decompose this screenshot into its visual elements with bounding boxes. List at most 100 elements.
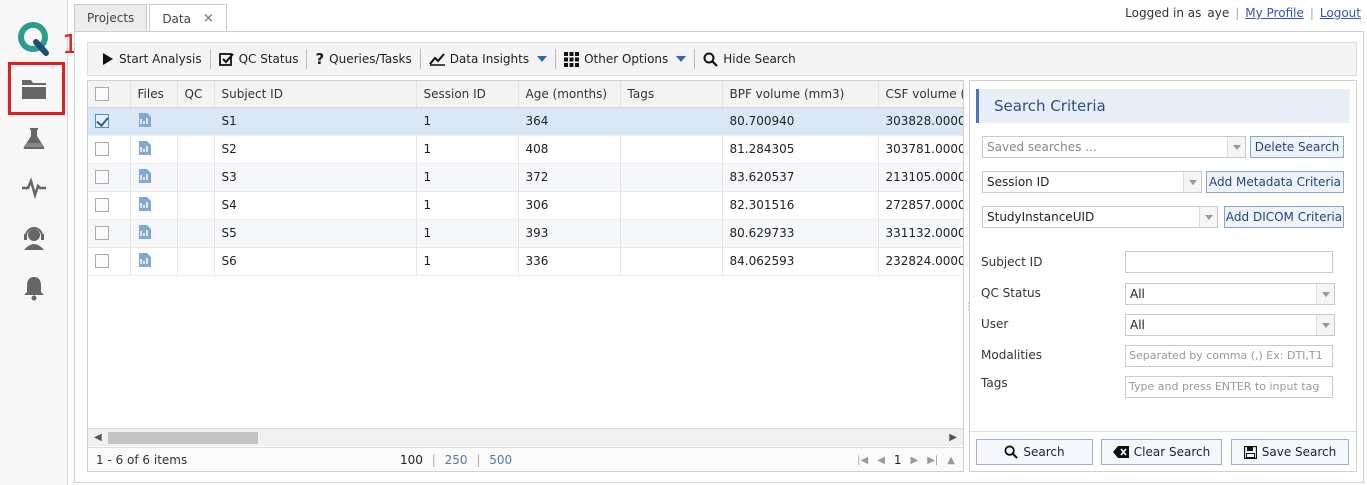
chevron-down-icon[interactable] xyxy=(1227,137,1245,157)
queries-tasks-button[interactable]: ? Queries/Tasks xyxy=(309,47,417,71)
select-all-checkbox[interactable] xyxy=(95,87,109,101)
row-checkbox[interactable] xyxy=(95,142,109,157)
file-icon[interactable] xyxy=(138,168,152,187)
table-header-row: Files QC Subject ID Session ID Age (mont… xyxy=(88,81,963,108)
table-row[interactable]: S61336 84.062593232824.00000 xyxy=(88,247,963,276)
file-icon[interactable] xyxy=(138,196,152,215)
column-header[interactable]: CSF volume (m xyxy=(878,81,963,108)
flask-icon[interactable] xyxy=(12,118,56,158)
pulse-icon[interactable] xyxy=(12,168,56,208)
bpf-volume-cell: 80.629733 xyxy=(722,219,879,248)
column-header[interactable]: Age (months) xyxy=(518,81,621,108)
csf-volume-cell: 232824.00000 xyxy=(878,247,963,276)
table-cell xyxy=(130,219,178,248)
table-row[interactable]: S31372 83.620537213105.00000 xyxy=(88,163,963,192)
logout-link[interactable]: Logout xyxy=(1320,6,1361,20)
hide-search-label: Hide Search xyxy=(723,52,796,66)
table-row[interactable]: S21408 81.284305303781.00000 xyxy=(88,135,963,164)
scroll-right-icon[interactable]: ▶ xyxy=(949,432,957,443)
other-options-button[interactable]: Other Options xyxy=(558,47,692,71)
add-metadata-criteria-button[interactable]: Add Metadata Criteria xyxy=(1206,171,1344,193)
tab-data[interactable]: Data × xyxy=(149,4,227,32)
qc-status-label: QC Status xyxy=(981,286,1041,300)
tags-label: Tags xyxy=(981,376,1008,390)
row-checkbox[interactable] xyxy=(95,170,109,185)
file-icon[interactable] xyxy=(138,252,152,271)
age-cell: 408 xyxy=(518,135,621,164)
chevron-down-icon[interactable] xyxy=(1316,315,1334,335)
data-insights-button[interactable]: Data Insights xyxy=(423,47,553,71)
search-icon xyxy=(703,52,719,67)
column-header[interactable]: BPF volume (mm3) xyxy=(722,81,879,108)
page-size-500[interactable]: 500 xyxy=(489,453,512,467)
current-page[interactable]: 1 xyxy=(894,453,902,467)
modalities-input[interactable]: Separated by comma (,) Ex: DTI,T1 xyxy=(1125,345,1333,367)
toolbar-divider xyxy=(419,49,421,69)
q-logo-icon[interactable] xyxy=(16,20,52,56)
file-icon[interactable] xyxy=(138,224,152,243)
age-cell: 393 xyxy=(518,219,621,248)
bpf-volume-cell: 83.620537 xyxy=(722,163,879,192)
row-checkbox[interactable] xyxy=(95,254,109,269)
subject-id-cell: S2 xyxy=(214,135,417,164)
column-header[interactable]: Files xyxy=(130,81,178,108)
subject-id-cell: S4 xyxy=(214,191,417,220)
bpf-volume-cell: 80.700940 xyxy=(722,107,879,136)
column-header[interactable]: Subject ID xyxy=(214,81,417,108)
close-icon[interactable]: × xyxy=(203,11,214,26)
tab-projects[interactable]: Projects xyxy=(74,4,148,31)
hide-search-button[interactable]: Hide Search xyxy=(697,47,801,71)
page-size-100[interactable]: 100 xyxy=(400,453,423,467)
metadata-select[interactable]: Session ID xyxy=(982,171,1202,193)
next-page-icon[interactable]: ▶ xyxy=(911,455,919,466)
chevron-down-icon[interactable] xyxy=(1316,284,1334,304)
save-search-button[interactable]: Save Search xyxy=(1231,439,1349,465)
column-header[interactable]: Tags xyxy=(620,81,723,108)
page-size-250[interactable]: 250 xyxy=(445,453,468,467)
table-row[interactable]: S51393 80.629733331132.00000 xyxy=(88,219,963,248)
dicom-select[interactable]: StudyInstanceUID xyxy=(982,206,1218,228)
column-header[interactable]: Session ID xyxy=(416,81,519,108)
age-cell: 306 xyxy=(518,191,621,220)
row-checkbox[interactable] xyxy=(95,114,109,129)
check-square-icon xyxy=(218,52,234,66)
delete-search-button[interactable]: Delete Search xyxy=(1250,136,1344,158)
user-select[interactable]: All xyxy=(1125,314,1335,336)
file-icon[interactable] xyxy=(138,112,152,131)
qc-status-button[interactable]: QC Status xyxy=(213,47,305,71)
scroll-top-icon[interactable]: ▲ xyxy=(947,455,955,466)
session-id-cell: 1 xyxy=(416,247,519,276)
tags-input[interactable]: Type and press ENTER to input tag xyxy=(1125,376,1333,398)
scrollbar-thumb[interactable] xyxy=(108,432,258,444)
scroll-left-icon[interactable]: ◀ xyxy=(94,432,102,443)
table-row[interactable]: S41306 82.301516272857.00000 xyxy=(88,191,963,220)
my-profile-link[interactable]: My Profile xyxy=(1245,6,1304,20)
saved-searches-select[interactable]: Saved searches ... xyxy=(982,136,1246,158)
chevron-down-icon[interactable] xyxy=(1183,172,1201,192)
search-panel: Search Criteria Saved searches ... Delet… xyxy=(969,80,1357,472)
table-cell xyxy=(130,247,178,276)
last-page-icon[interactable]: ▶| xyxy=(927,455,938,466)
select-all-cell[interactable] xyxy=(88,81,131,108)
support-agent-icon[interactable] xyxy=(12,218,56,258)
qc-cell xyxy=(177,163,215,192)
separator: | xyxy=(1309,6,1314,20)
bell-icon[interactable] xyxy=(12,268,56,308)
column-header[interactable]: QC xyxy=(177,81,215,108)
qc-status-select[interactable]: All xyxy=(1125,283,1335,305)
page-size-selector: 100 | 250 | 500 xyxy=(400,453,512,467)
file-icon[interactable] xyxy=(138,140,152,159)
start-analysis-button[interactable]: Start Analysis xyxy=(96,47,208,71)
chevron-down-icon[interactable] xyxy=(1199,207,1217,227)
add-dicom-criteria-button[interactable]: Add DICOM Criteria xyxy=(1224,206,1344,228)
row-checkbox[interactable] xyxy=(95,198,109,213)
table-row[interactable]: S11364 80.700940303828.00000 xyxy=(88,107,963,136)
horizontal-scrollbar[interactable]: ◀ ▶ xyxy=(88,428,963,446)
row-checkbox[interactable] xyxy=(95,226,109,241)
tags-cell xyxy=(620,247,723,276)
search-button[interactable]: Search xyxy=(976,439,1093,465)
clear-search-button[interactable]: Clear Search xyxy=(1101,439,1222,465)
prev-page-icon[interactable]: ◀ xyxy=(877,455,885,466)
subject-id-input[interactable] xyxy=(1125,251,1333,273)
first-page-icon[interactable]: |◀ xyxy=(857,455,868,466)
